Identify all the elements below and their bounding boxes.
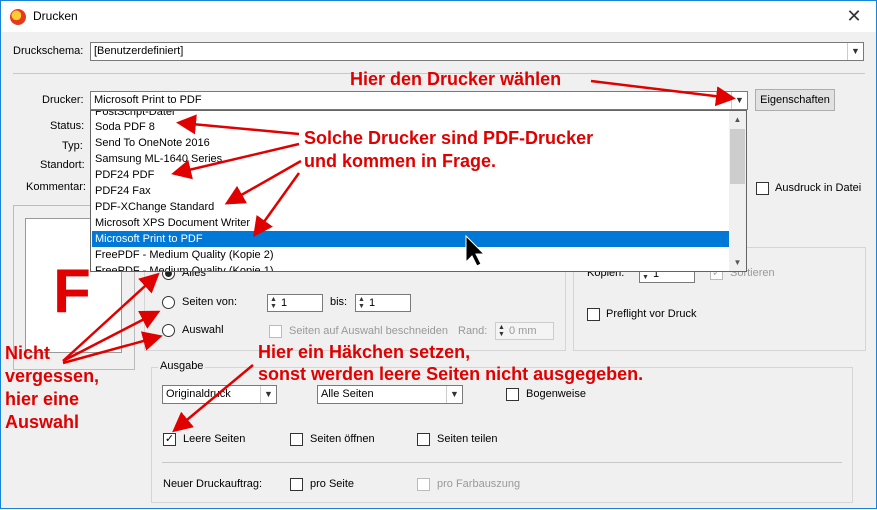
divider [162,462,842,463]
dropdown-item[interactable]: Microsoft XPS Document Writer [92,215,729,231]
crop-selection-checkbox[interactable] [269,325,282,338]
comment-label: Kommentar: [26,181,86,193]
pages-from-input[interactable]: ▲ ▼ 1 [267,294,323,312]
scroll-thumb[interactable] [730,129,745,184]
annotation-pdf-printers-2: und kommen in Frage. [304,151,497,171]
location-label: Standort: [40,159,85,171]
radio-pages[interactable] [162,296,175,309]
schema-label: Druckschema: [13,45,84,57]
empty-pages-checkbox[interactable]: ✓ [163,433,176,446]
per-page-checkbox[interactable] [290,478,303,491]
per-separation-checkbox[interactable] [417,478,430,491]
radio-selection-label: Auswahl [182,324,224,336]
output-pages-value: Alle Seiten [321,388,374,400]
dropdown-scrollbar[interactable]: ▲ ▼ [729,111,746,271]
spinner-icon[interactable]: ▲▼ [358,296,365,310]
pages-to-value: 1 [369,297,376,309]
annotation-checkmark-1: Hier ein Häkchen setzen, [258,342,471,362]
dropdown-item[interactable]: FreePDF - Medium Quality (Kopie 1) [92,263,729,271]
annotation-dont-forget-1: Nicht [5,343,50,363]
annotation-choose-printer: Hier den Drucker wählen [350,69,562,89]
scroll-down-icon[interactable]: ▼ [729,254,746,271]
output-pages-select[interactable]: Alle Seiten ▼ [317,385,463,404]
spinner-icon[interactable]: ▲▼ [270,296,277,310]
scroll-up-icon[interactable]: ▲ [729,111,746,128]
printer-value: Microsoft Print to PDF [94,94,202,106]
margin-label: Rand: [458,325,488,337]
split-pages-label: Seiten teilen [437,433,498,445]
printer-select[interactable]: Microsoft Print to PDF ▼ [90,91,748,110]
pages-from-value: 1 [281,297,288,309]
output-mode-value: Originaldruck [166,388,231,400]
annotation-dont-forget-2: vergessen, [5,366,100,386]
output-group-title: Ausgabe [158,360,206,372]
status-label: Status: [50,120,85,132]
crop-selection-label: Seiten auf Auswahl beschneiden [289,325,449,337]
new-job-label: Neuer Druckauftrag: [163,478,263,490]
spinner-icon[interactable]: ▲▼ [498,324,505,338]
preview-letter: F [53,257,91,326]
chevron-down-icon[interactable]: ▼ [847,43,863,60]
dropdown-item[interactable]: PDF24 Fax [92,183,729,199]
print-dialog: Drucken ✕ Druckschema: [Benutzerdefinier… [0,0,877,509]
annotation-dont-forget-4: Auswahl [5,412,80,432]
app-logo-icon [10,9,26,25]
type-label: Typ: [62,140,83,152]
empty-pages-label: Leere Seiten [183,433,246,445]
properties-button[interactable]: Eigenschaften [755,89,835,111]
per-page-label: pro Seite [310,478,355,490]
margin-value: 0 mm [509,325,537,337]
pages-to-input[interactable]: ▲ ▼ 1 [355,294,411,312]
schema-select[interactable]: [Benutzerdefiniert] ▼ [90,42,864,61]
schema-value: [Benutzerdefiniert] [94,45,184,57]
chevron-down-icon[interactable]: ▼ [260,386,276,403]
annotation-checkmark-2: sonst werden leere Seiten nicht ausgegeb… [258,364,644,384]
window-title: Drucken [33,9,78,23]
open-pages-label: Seiten öffnen [310,433,375,445]
print-to-file-checkbox[interactable] [756,182,769,195]
radio-selection[interactable] [162,324,175,337]
sheetwise-label: Bogenweise [526,388,586,400]
split-pages-checkbox[interactable] [417,433,430,446]
title-bar: Drucken ✕ [1,1,876,32]
dropdown-item[interactable]: FreePDF - Medium Quality (Kopie 2) [92,247,729,263]
annotation-dont-forget-3: hier eine [5,389,80,409]
preflight-label: Preflight vor Druck [606,308,697,320]
chevron-down-icon[interactable]: ▼ [731,92,747,109]
per-separation-label: pro Farbauszung [437,478,521,490]
margin-input[interactable]: ▲ ▼ 0 mm [495,322,554,340]
output-mode-select[interactable]: Originaldruck ▼ [162,385,277,404]
radio-pages-label: Seiten von: [182,296,238,308]
to-label: bis: [330,296,348,308]
print-to-file-label: Ausdruck in Datei [775,182,862,194]
dropdown-item-selected[interactable]: Microsoft Print to PDF [92,231,729,247]
annotation-pdf-printers-1: Solche Drucker sind PDF-Drucker [304,128,594,148]
printer-label: Drucker: [42,94,84,106]
close-button[interactable]: ✕ [832,1,876,32]
sheetwise-checkbox[interactable] [506,388,519,401]
chevron-down-icon[interactable]: ▼ [446,386,462,403]
preflight-checkbox[interactable] [587,308,600,321]
dropdown-item[interactable]: PDF-XChange Standard [92,199,729,215]
open-pages-checkbox[interactable] [290,433,303,446]
